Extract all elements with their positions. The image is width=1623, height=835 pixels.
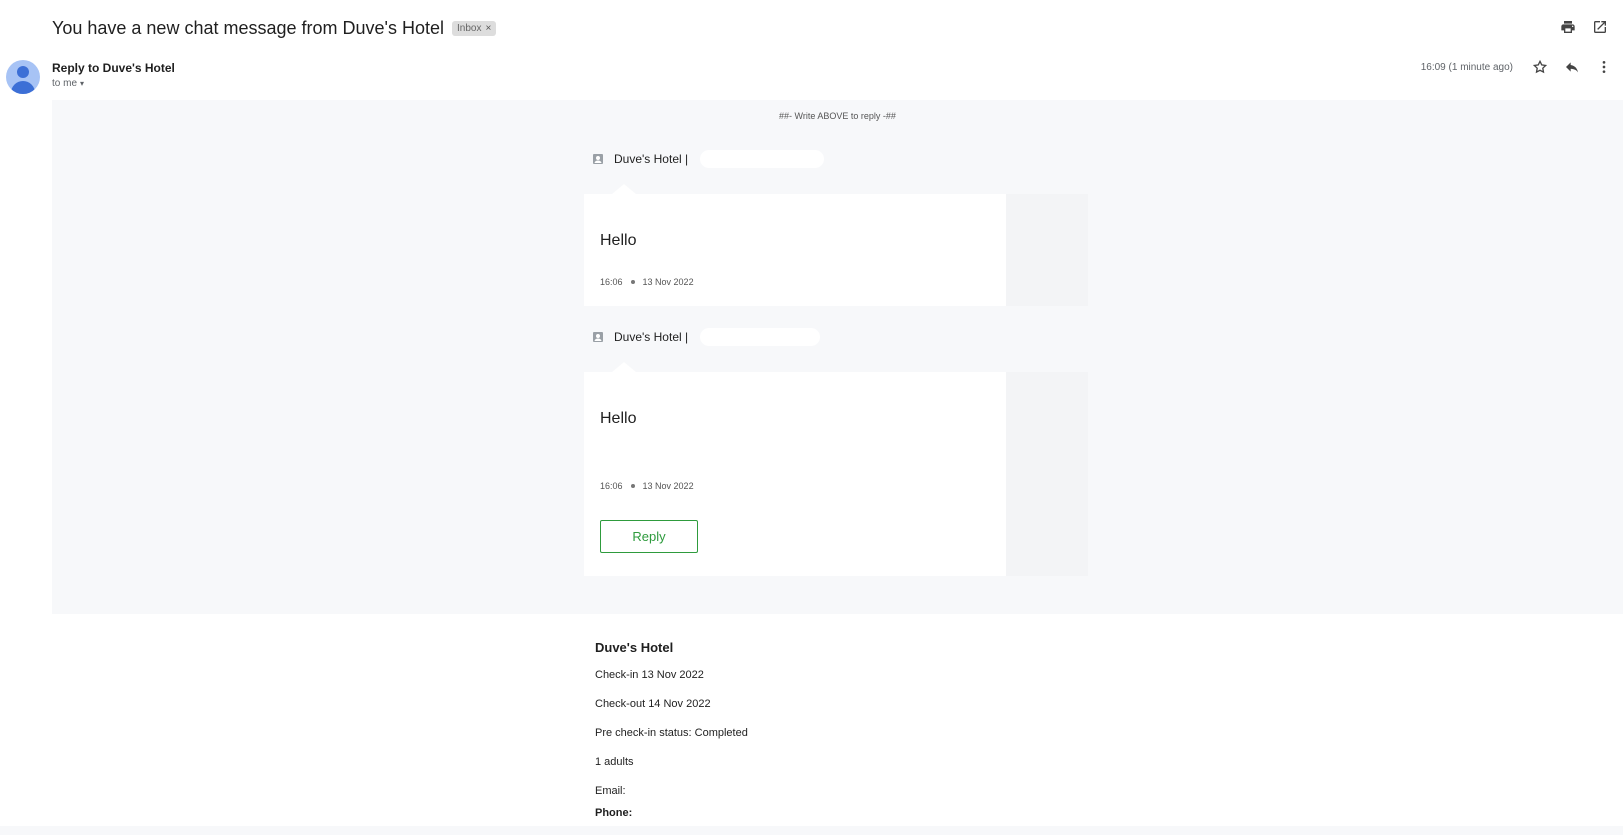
recipient-text: to me [52, 78, 78, 89]
reservation-details: Duve's Hotel Check-in 13 Nov 2022 Check-… [595, 640, 748, 835]
redacted-field [700, 328, 821, 346]
guest-count: 1 adults [595, 756, 634, 768]
separator-dot [630, 484, 635, 488]
check-in-date: Check-in 13 Nov 2022 [595, 669, 704, 681]
bubble-shadow [1006, 372, 1088, 576]
reply-button[interactable]: Reply [600, 520, 698, 553]
subject-row: You have a new chat message from Duve's … [52, 14, 497, 42]
message-time-value: 16:06 [600, 277, 623, 287]
bottom-strip [0, 826, 1623, 835]
top-actions [1559, 18, 1609, 36]
message-time: 16:06 13 Nov 2022 [600, 481, 694, 491]
hotel-name: Duve's Hotel [595, 640, 674, 655]
message-bubble: Hello 16:06 13 Nov 2022 Reply [584, 362, 1088, 576]
message-time: 16:06 13 Nov 2022 [600, 277, 694, 287]
message-bubble: Hello 16:06 13 Nov 2022 [584, 184, 1088, 306]
person-icon-body [11, 81, 35, 94]
redacted-field [700, 150, 825, 168]
sender-avatar[interactable] [6, 60, 40, 94]
separator-dot [630, 280, 635, 284]
chevron-down-icon[interactable]: ▾ [80, 79, 84, 88]
message-meta: 16:09 (1 minute ago) [1421, 58, 1613, 76]
check-out-date: Check-out 14 Nov 2022 [595, 698, 711, 710]
message-sender-header: Duve's Hotel | [592, 328, 821, 346]
message-text: Hello [600, 410, 637, 427]
sender-name[interactable]: Reply to Duve's Hotel [52, 61, 175, 75]
contact-card-icon [592, 153, 604, 165]
message-sender-name: Duve's Hotel | [614, 330, 689, 344]
message-date-value: 13 Nov 2022 [642, 481, 694, 491]
recipient-details[interactable]: to me ▾ [52, 78, 84, 89]
remove-label-icon[interactable]: × [485, 23, 491, 34]
message-text: Hello [600, 232, 637, 249]
star-icon[interactable] [1531, 58, 1549, 76]
email-label: Email: [595, 785, 626, 797]
phone-label: Phone: [595, 807, 633, 819]
inbox-label-chip[interactable]: Inbox × [451, 20, 497, 36]
message-timestamp: 16:09 (1 minute ago) [1420, 61, 1513, 73]
open-in-new-icon[interactable] [1591, 18, 1609, 36]
inbox-label-text: Inbox [456, 22, 482, 34]
print-icon[interactable] [1559, 18, 1577, 36]
message-date-value: 13 Nov 2022 [642, 277, 694, 287]
message-sender-name: Duve's Hotel | [614, 152, 689, 166]
message-sender-header: Duve's Hotel | [592, 150, 825, 168]
message-time-value: 16:06 [600, 481, 623, 491]
reply-hint: ##- Write ABOVE to reply -## [779, 111, 896, 121]
bubble-shadow [1006, 194, 1088, 306]
email-body: ##- Write ABOVE to reply -## Duve's Hote… [52, 100, 1623, 614]
reply-icon[interactable] [1563, 58, 1581, 76]
email-subject: You have a new chat message from Duve's … [52, 17, 444, 38]
contact-card-icon [592, 331, 604, 343]
person-icon [17, 66, 29, 78]
more-vert-icon[interactable] [1595, 58, 1613, 76]
pre-checkin-status: Pre check-in status: Completed [595, 727, 748, 739]
